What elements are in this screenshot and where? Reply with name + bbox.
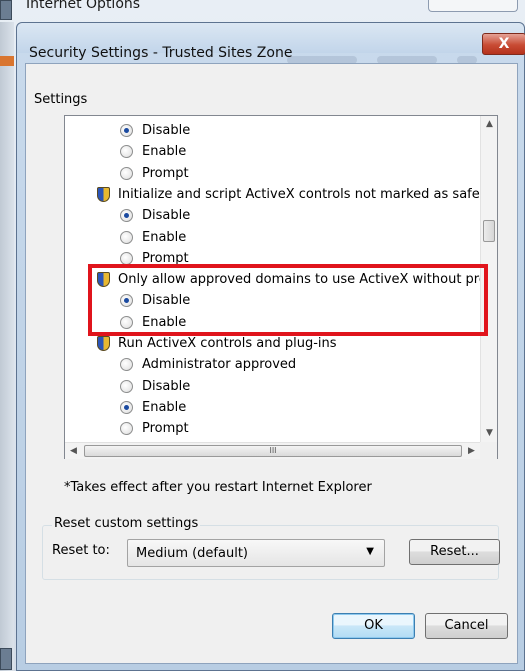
radio-selected-icon[interactable] — [120, 209, 133, 223]
scroll-down-icon[interactable]: ▼ — [481, 425, 498, 442]
radio-unselected-icon[interactable] — [120, 251, 133, 265]
reset-level-select[interactable]: Medium (default) ▼ — [127, 539, 385, 567]
radio-unselected-icon[interactable] — [120, 145, 133, 159]
chevron-down-icon: ▼ — [366, 546, 374, 557]
radio-unselected-icon[interactable] — [120, 358, 133, 372]
horizontal-scrollbar[interactable]: ◀ III ▶ — [65, 442, 480, 459]
radio-selected-icon[interactable] — [120, 400, 133, 414]
setting-label: Administrator approved — [142, 357, 297, 373]
setting-label: Enable — [142, 144, 187, 160]
close-button[interactable]: X — [482, 33, 525, 55]
setting-radio-option[interactable]: Enable — [120, 141, 186, 162]
radio-unselected-icon[interactable] — [120, 422, 133, 436]
reset-level-value: Medium (default) — [136, 546, 248, 561]
setting-label: Enable — [142, 399, 187, 415]
radio-unselected-icon[interactable] — [120, 166, 133, 180]
dialog-title: Security Settings - Trusted Sites Zone — [29, 45, 293, 61]
radio-unselected-icon[interactable] — [120, 230, 133, 244]
shield-icon — [97, 336, 110, 351]
horizontal-scroll-thumb[interactable]: III — [84, 445, 462, 457]
background-window-tab — [0, 56, 14, 66]
background-window-icon — [0, 0, 12, 20]
setting-radio-option[interactable]: Disable — [120, 120, 190, 141]
reset-button[interactable]: Reset... — [409, 539, 500, 565]
setting-radio-option[interactable]: Administrator approved — [120, 354, 296, 375]
setting-label: Enable — [142, 229, 187, 245]
setting-radio-option[interactable]: Disable — [120, 205, 190, 226]
setting-category-header: Initialize and script ActiveX controls n… — [97, 184, 480, 205]
setting-label: Disable — [142, 208, 191, 224]
setting-label: Run ActiveX controls and plug-ins — [118, 336, 337, 351]
scroll-left-icon[interactable]: ◀ — [65, 443, 82, 460]
settings-group-label: Settings — [34, 92, 88, 107]
highlight-box — [88, 264, 488, 336]
setting-label: Prompt — [142, 421, 189, 437]
background-window-button[interactable] — [428, 0, 518, 12]
radio-selected-icon[interactable] — [120, 124, 133, 137]
scroll-right-icon[interactable]: ▶ — [463, 443, 480, 460]
setting-label: Disable — [142, 123, 191, 138]
setting-label: Initialize and script ActiveX controls n… — [118, 186, 480, 202]
scroll-up-icon[interactable]: ▲ — [481, 116, 498, 133]
restart-note: *Takes effect after you restart Internet… — [64, 480, 372, 495]
setting-label: Prompt — [142, 165, 189, 181]
radio-unselected-icon[interactable] — [120, 379, 133, 393]
reset-to-label: Reset to: — [52, 543, 110, 558]
reset-group-label: Reset custom settings — [52, 516, 201, 531]
background-window-edge — [0, 22, 14, 671]
internet-options-title: Internet Options — [26, 0, 141, 12]
setting-radio-option[interactable]: Enable — [120, 227, 186, 248]
setting-radio-option[interactable]: Enable — [120, 397, 186, 418]
vertical-scroll-thumb[interactable] — [483, 220, 495, 242]
background-taskbar-icon — [0, 648, 12, 670]
scrollbar-corner — [480, 442, 497, 459]
setting-label: Disable — [142, 378, 191, 394]
setting-category-header: Run ActiveX controls and plug-ins — [97, 333, 337, 354]
setting-radio-option[interactable]: Prompt — [120, 163, 189, 184]
setting-radio-option[interactable]: Disable — [120, 376, 190, 397]
setting-radio-option[interactable]: Prompt — [120, 418, 189, 439]
shield-icon — [97, 186, 110, 202]
ok-button[interactable]: OK — [332, 613, 415, 639]
cancel-button[interactable]: Cancel — [425, 613, 508, 639]
